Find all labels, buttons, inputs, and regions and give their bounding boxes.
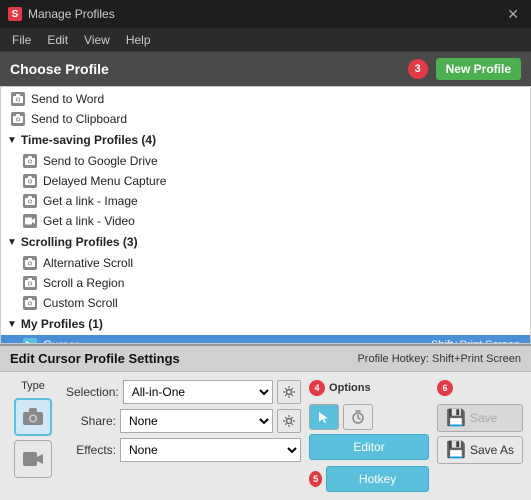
options-row-1	[309, 404, 429, 430]
group-header-time-saving[interactable]: ▼ Time-saving Profiles (4)	[1, 129, 530, 151]
gear-button-selection[interactable]	[277, 380, 301, 404]
save-label: Save	[470, 411, 497, 425]
field-row-share: Share: None Email Google Drive	[66, 409, 301, 433]
edit-header: Edit Cursor Profile Settings Profile Hot…	[0, 346, 531, 372]
camera-icon	[11, 92, 25, 106]
badge-6: 6	[437, 380, 453, 396]
item-label: Cursor	[43, 338, 79, 344]
save-column: 6 💾 Save 💾 Save As	[437, 380, 523, 492]
edit-hotkey-text: Profile Hotkey: Shift+Print Screen	[357, 353, 521, 365]
app-icon: S	[8, 7, 22, 21]
choose-profile-header: Choose Profile 3 New Profile	[0, 52, 531, 86]
camera-icon	[11, 112, 25, 126]
field-row-selection: Selection: All-in-One Region Window Full…	[66, 380, 301, 404]
options-label: Options	[329, 382, 371, 394]
save-as-icon: 💾	[446, 440, 466, 460]
profile-list[interactable]: Send to Word Send to Clipboard ▼ Time-sa…	[0, 86, 531, 344]
item-label: Send to Clipboard	[31, 112, 127, 126]
type-video-button[interactable]	[14, 440, 52, 478]
shortcut-label: Shift+Print Screen	[431, 339, 520, 344]
item-label: Get a link - Image	[43, 194, 138, 208]
list-item[interactable]: Alternative Scroll	[1, 253, 530, 273]
camera-icon	[23, 174, 37, 188]
video-icon	[23, 214, 37, 228]
save-as-button[interactable]: 💾 Save As	[437, 436, 523, 464]
list-item[interactable]: Send to Clipboard	[1, 109, 530, 129]
field-select-share[interactable]: None Email Google Drive	[120, 409, 273, 433]
new-profile-button[interactable]: New Profile	[436, 58, 521, 80]
item-label: Scroll a Region	[43, 276, 124, 290]
field-label-selection: Selection:	[66, 385, 119, 399]
main-container: Choose Profile 3 New Profile Send to Wor…	[0, 52, 531, 500]
close-button[interactable]: ✕	[503, 6, 523, 23]
camera-icon	[23, 194, 37, 208]
collapse-arrow: ▼	[7, 237, 17, 248]
field-row-effects: Effects: None Blur Highlight	[66, 438, 301, 462]
choose-profile-title: Choose Profile	[10, 61, 109, 77]
cursor-tool-button[interactable]	[309, 404, 339, 430]
type-camera-button[interactable]	[14, 398, 52, 436]
badge-4: 4	[309, 380, 325, 396]
cursor-icon	[23, 338, 37, 344]
group-label: My Profiles (1)	[21, 317, 103, 331]
title-bar: S Manage Profiles ✕	[0, 0, 531, 28]
save-icon: 💾	[446, 408, 466, 428]
edit-section: Edit Cursor Profile Settings Profile Hot…	[0, 344, 531, 500]
collapse-arrow: ▼	[7, 319, 17, 330]
item-label: Delayed Menu Capture	[43, 174, 166, 188]
menu-edit[interactable]: Edit	[39, 31, 76, 49]
list-item[interactable]: Delayed Menu Capture	[1, 171, 530, 191]
menu-help[interactable]: Help	[118, 31, 159, 49]
badge-5: 5	[309, 471, 322, 487]
item-label: Send to Word	[31, 92, 104, 106]
camera-icon	[23, 154, 37, 168]
list-item[interactable]: Get a link - Image	[1, 191, 530, 211]
camera-icon	[23, 276, 37, 290]
group-header-scrolling[interactable]: ▼ Scrolling Profiles (3)	[1, 231, 530, 253]
hotkey-button[interactable]: Hotkey	[326, 466, 429, 492]
list-item-cursor[interactable]: Cursor Shift+Print Screen	[1, 335, 530, 344]
item-label: Send to Google Drive	[43, 154, 158, 168]
list-item[interactable]: Get a link - Video	[1, 211, 530, 231]
collapse-arrow: ▼	[7, 135, 17, 146]
window-title: Manage Profiles	[28, 7, 115, 21]
field-label-effects: Effects:	[66, 443, 116, 457]
field-select-effects[interactable]: None Blur Highlight	[120, 438, 301, 462]
field-select-selection[interactable]: All-in-One Region Window Full Screen	[123, 380, 273, 404]
list-item[interactable]: Send to Word	[1, 89, 530, 109]
menu-file[interactable]: File	[4, 31, 39, 49]
save-button[interactable]: 💾 Save	[437, 404, 523, 432]
type-column: Type	[8, 380, 58, 492]
camera-icon	[23, 256, 37, 270]
gear-button-share[interactable]	[277, 409, 301, 433]
editor-button[interactable]: Editor	[309, 434, 429, 460]
list-item[interactable]: Scroll a Region	[1, 273, 530, 293]
group-header-my-profiles[interactable]: ▼ My Profiles (1)	[1, 313, 530, 335]
item-label: Get a link - Video	[43, 214, 135, 228]
profile-list-inner: Send to Word Send to Clipboard ▼ Time-sa…	[1, 87, 530, 344]
timer-tool-button[interactable]	[343, 404, 373, 430]
badge-3: 3	[408, 59, 428, 79]
list-item[interactable]: Custom Scroll	[1, 293, 530, 313]
edit-title: Edit Cursor Profile Settings	[10, 351, 180, 366]
field-label-share: Share:	[66, 414, 116, 428]
edit-body: Type	[0, 372, 531, 500]
header-right: 3 New Profile	[408, 58, 521, 80]
list-item[interactable]: Send to Google Drive	[1, 151, 530, 171]
fields-column: Selection: All-in-One Region Window Full…	[66, 380, 301, 492]
camera-icon	[23, 296, 37, 310]
group-label: Time-saving Profiles (4)	[21, 133, 156, 147]
options-column: 4 Options	[309, 380, 429, 492]
type-label: Type	[21, 380, 45, 392]
item-label: Custom Scroll	[43, 296, 118, 310]
menu-view[interactable]: View	[76, 31, 118, 49]
save-as-label: Save As	[470, 443, 514, 457]
group-label: Scrolling Profiles (3)	[21, 235, 138, 249]
menu-bar: File Edit View Help	[0, 28, 531, 52]
item-label: Alternative Scroll	[43, 256, 133, 270]
